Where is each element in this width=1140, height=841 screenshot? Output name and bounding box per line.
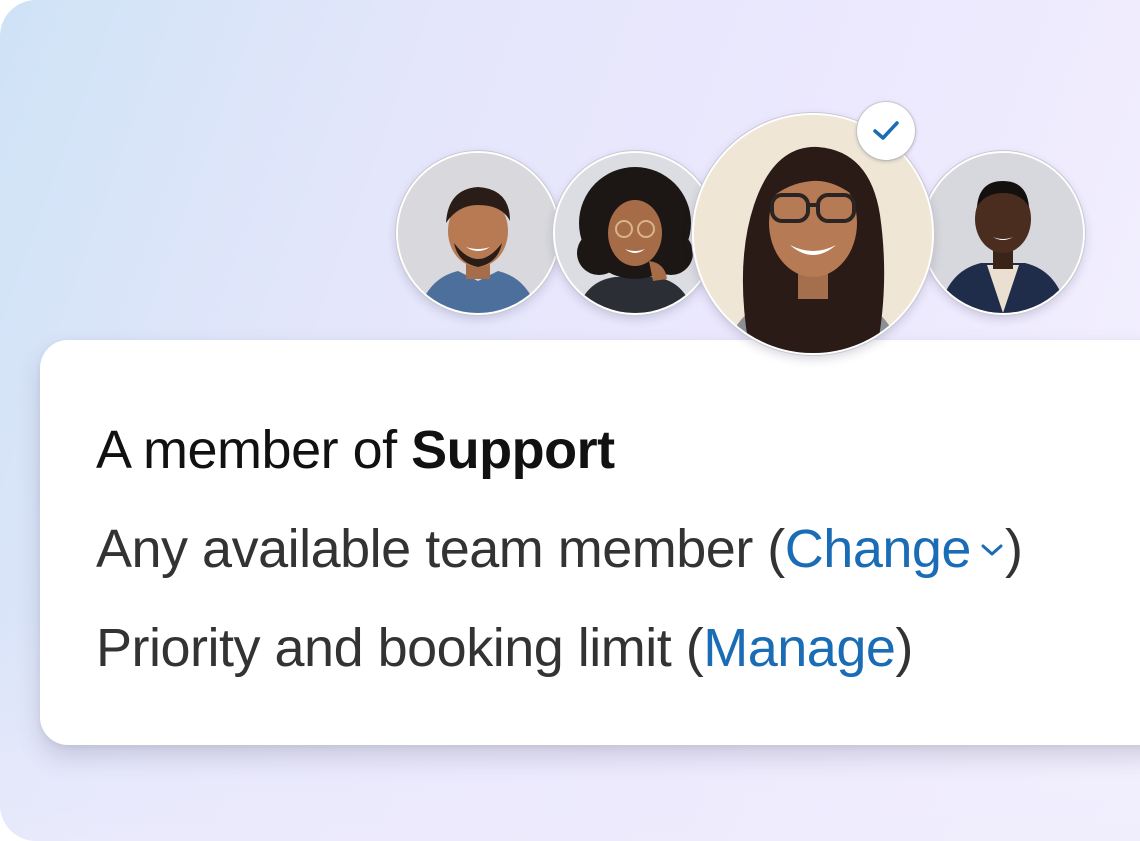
manage-priority-link[interactable]: Manage [703,618,896,678]
avatar-man-blue-shirt-image [398,153,558,313]
assignment-text: Any available team member ( [96,519,785,579]
change-link-label: Change [784,519,972,579]
team-membership-line: A member of Support [96,418,615,482]
team-assignment-card: A member of Support Any available team m… [40,340,1140,745]
avatar-woman-curly-hair-image [555,153,715,313]
selected-check-badge [857,102,915,160]
chevron-down-icon [981,544,1003,556]
priority-suffix: ) [895,618,913,678]
avatar-man-blue-shirt[interactable] [396,151,560,315]
priority-line: Priority and booking limit (Manage) [96,616,913,680]
team-name: Support [411,420,615,480]
avatar-man-navy-cardigan-image [923,153,1083,313]
change-assignment-link[interactable]: Change [785,519,1005,579]
check-icon [873,121,899,140]
avatar-man-navy-cardigan[interactable] [921,151,1085,315]
background-panel: A member of Support Any available team m… [0,0,1140,841]
priority-text: Priority and booking limit ( [96,618,704,678]
assignment-line: Any available team member (Change) [96,517,1023,581]
team-membership-prefix: A member of [96,420,412,480]
assignment-suffix: ) [1004,519,1023,579]
